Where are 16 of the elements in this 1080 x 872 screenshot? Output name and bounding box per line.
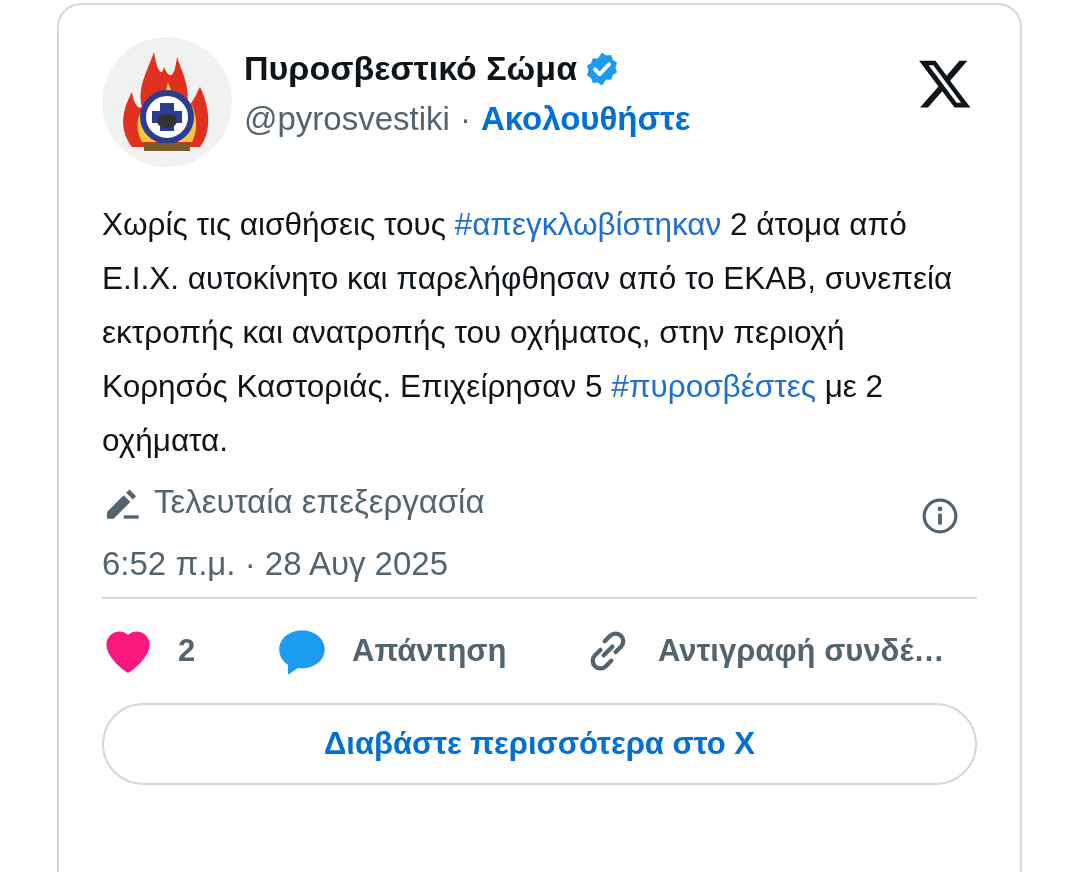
read-more-button[interactable]: Διαβάστε περισσότερα στο X [102, 703, 977, 785]
like-count: 2 [178, 633, 196, 669]
info-icon[interactable] [921, 497, 959, 535]
last-edited-link[interactable]: Τελευταία επεξεργασία [154, 483, 485, 521]
like-button[interactable]: 2 [102, 625, 276, 677]
author-name[interactable]: Πυροσβεστικό Σώμα [244, 49, 578, 88]
hashtag-link[interactable]: #απεγκλωβίστηκαν [454, 206, 722, 242]
tweet-text: Χωρίς τις αισθήσεις τους #απεγκλωβίστηκαν 2 άτομα από Ε.Ι.Χ. αυτοκίνητο και παρελήφθησαν από το ΕΚΑΒ, συνεπεία εκτροπής και ανατροπής του οχήματος, στην περιοχή Κορησός Καστοριάς. Επιχείρησαν 5 #πυροσβέστες με 2 οχήματα. [102, 205, 954, 460]
reply-button[interactable]: Απάντηση [276, 625, 582, 677]
separator-dot: · [459, 100, 471, 138]
copy-link-button[interactable]: Αντιγραφή συνδέ… [582, 625, 945, 677]
hashtag-link[interactable]: #πυροσβέστες [611, 368, 816, 404]
follow-link[interactable]: Ακολουθήστε [480, 100, 691, 138]
avatar-emblem-icon[interactable] [102, 37, 232, 167]
author-handle[interactable]: @pyrosvestiki [244, 100, 450, 138]
timestamp[interactable]: 6:52 π.μ. · 28 Αυγ 2025 [102, 545, 449, 583]
